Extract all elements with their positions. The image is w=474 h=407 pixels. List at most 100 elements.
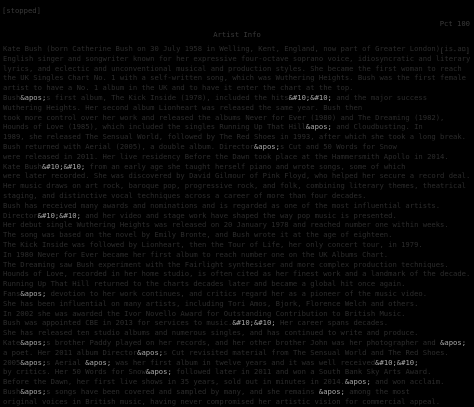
text-line: Bush was appointed CBE in 2013 for servi… (3, 318, 471, 328)
text-fragment: were released in 2011. Her live residenc… (3, 151, 449, 161)
text-line: artist to have a No. 1 album in the UK a… (3, 83, 471, 93)
text-fragment: among the most (344, 386, 410, 396)
text-fragment: In 1980 Never for Ever became her first … (3, 249, 389, 259)
text-fragment: 1989, she released The Sensual World, fo… (3, 132, 467, 142)
text-line: lyrics, and eclectic and unconventional … (3, 64, 471, 74)
html-entity-fragment: &apos; (20, 288, 47, 298)
text-fragment: English singer and songwriter known for … (3, 53, 471, 63)
status-stopped-label: [stopped] (2, 6, 41, 15)
html-entity-fragment: &#10;&#10; (288, 92, 332, 102)
text-line: Bush&apos;s songs have been covered and … (3, 387, 471, 397)
text-fragment: and the major success (331, 92, 428, 102)
text-line: In 2002 she was awarded the Ivor Novello… (3, 309, 471, 319)
text-line: were released in 2011. Her live residenc… (3, 152, 471, 162)
text-fragment: and won acclaim. (370, 377, 445, 387)
html-entity-fragment: &apos; (20, 386, 47, 396)
page-title: Artist Info (213, 30, 261, 39)
html-entity-fragment: &apos; (344, 377, 371, 387)
text-fragment: by critics. Her 50 Words for Snow (3, 367, 146, 377)
text-fragment: She has released ten studio albums and n… (3, 328, 419, 338)
text-fragment: s Cut and 50 Words for Snow (279, 141, 397, 151)
text-line: She has been influential on many artists… (3, 299, 471, 309)
text-line: Before the Dawn, her first live shows in… (3, 377, 471, 387)
text-line: Wuthering Heights. Her second album Lion… (3, 103, 471, 113)
text-fragment: Kate (3, 337, 21, 347)
artist-info-text[interactable]: Kate Bush (born Catherine Bush on 30 Jul… (3, 44, 471, 407)
text-line: English singer and songwriter known for … (3, 54, 471, 64)
text-fragment: were later recorded. She was discovered … (3, 171, 471, 181)
text-fragment: Bush (3, 92, 21, 102)
text-fragment: was her first album in twelve years and … (111, 357, 376, 367)
text-fragment: Before the Dawn, her first live shows in… (3, 377, 345, 387)
scroll-percent-label: Pct 100 (439, 19, 470, 28)
html-entity-fragment: &#10;&#10; (37, 210, 81, 220)
text-fragment: the UK Singles Chart No. 1 with a self-w… (3, 73, 467, 83)
text-fragment: Bush has received many awards and nomina… (3, 200, 441, 210)
text-fragment: Hounds of Love, recorded in her home stu… (3, 269, 471, 279)
text-line: Running Up That Hill returned to the cha… (3, 279, 471, 289)
text-line: Kate Bush (born Catherine Bush on 30 Jul… (3, 44, 471, 54)
html-entity-fragment: &apos; (253, 141, 280, 151)
text-fragment: Her music draws on art rock, baroque pop… (3, 181, 467, 191)
text-line: The song was based on the novel by Emily… (3, 230, 471, 240)
text-line: The Dreaming saw Bush experiment with th… (3, 260, 471, 270)
text-fragment: from an early age she taught herself pia… (85, 161, 406, 171)
text-line: Her music draws on art rock, baroque pop… (3, 181, 471, 191)
text-line: Bush&apos;s first album, The Kick Inside… (3, 93, 471, 103)
text-fragment: s songs have been covered and sampled by… (46, 386, 319, 396)
text-fragment: original voices in British music, having… (3, 396, 441, 406)
text-fragment: and Cloudbusting. In (331, 122, 423, 132)
html-entity-fragment: &apos; (440, 337, 467, 347)
html-entity-fragment: &apos; (20, 357, 47, 367)
text-line: staging, and distinctive vocal technique… (3, 191, 471, 201)
text-line: Kate Bush&#10;&#10; from an early age sh… (3, 162, 471, 172)
text-fragment: Bush (3, 386, 21, 396)
terminal-window: [stopped] Pct 100 [-----] Artist Info Ka… (0, 0, 474, 407)
text-line: 1989, she released The Sensual World, fo… (3, 132, 471, 142)
text-fragment: Wuthering Heights. Her second album Lion… (3, 102, 363, 112)
text-line: Hounds of Love, recorded in her home stu… (3, 269, 471, 279)
text-fragment: She has been influential on many artists… (3, 298, 419, 308)
text-fragment: The Dreaming saw Bush experiment with th… (3, 259, 449, 269)
html-entity-fragment: &apos; (85, 357, 112, 367)
text-fragment: Running Up That Hill returned to the cha… (3, 279, 406, 289)
text-fragment: staging, and distinctive vocal technique… (3, 190, 367, 200)
html-entity-fragment: &#10;&#10; (375, 357, 419, 367)
text-fragment: The song was based on the novel by Emily… (3, 230, 393, 240)
text-fragment: Director (3, 210, 38, 220)
html-entity-fragment: &apos; (318, 386, 345, 396)
text-fragment: s brother Paddy played on her records, a… (46, 337, 441, 347)
text-line: original voices in British music, having… (3, 397, 471, 407)
text-line: 2005&apos;s Aerial &apos; was her first … (3, 358, 471, 368)
text-fragment: took more control over her work and rele… (3, 112, 445, 122)
text-fragment: Bush was appointed CBE in 2013 for servi… (3, 318, 233, 328)
text-line: Bush has received many awards and nomina… (3, 201, 471, 211)
text-line: Hounds of Love (1985), which included th… (3, 122, 471, 132)
text-fragment: Her career spans decades. (275, 318, 389, 328)
text-fragment: Her debut single Wuthering Heights was r… (3, 220, 449, 230)
text-line: In 1980 Never for Ever became her first … (3, 250, 471, 260)
text-line: were later recorded. She was discovered … (3, 171, 471, 181)
text-fragment: Kate Bush (born Catherine Bush on 30 Jul… (3, 44, 467, 53)
text-line: by critics. Her 50 Words for Snow&apos; … (3, 367, 471, 377)
html-entity-fragment: &#10;&#10; (41, 161, 86, 171)
text-fragment: Fans (3, 288, 21, 298)
text-fragment: a poet. Her 2011 album Director (3, 347, 138, 357)
text-fragment: The Kick Inside was followed by Lionhear… (3, 239, 423, 249)
text-fragment: Bush returned with Aerial (2005), a doub… (3, 141, 254, 151)
text-fragment: devotion to her work continues, and crit… (46, 288, 428, 298)
text-fragment: s Cut revisited material from The Sensua… (163, 347, 449, 357)
text-fragment: Hounds of Love (1985), which included th… (3, 122, 306, 132)
text-line: The Kick Inside was followed by Lionhear… (3, 240, 471, 250)
text-fragment: s first album, The Kick Inside (1978), i… (46, 92, 289, 102)
text-line: the UK Singles Chart No. 1 with a self-w… (3, 73, 471, 83)
text-fragment: artist to have a No. 1 album in the UK a… (3, 83, 354, 93)
html-entity-fragment: &apos; (137, 347, 164, 357)
text-fragment: Kate Bush (3, 161, 42, 171)
text-line: She has released ten studio albums and n… (3, 328, 471, 338)
text-fragment: In 2002 she was awarded the Ivor Novello… (3, 308, 406, 318)
html-entity-fragment: &apos; (20, 337, 47, 347)
html-entity-fragment: &apos; (305, 122, 332, 132)
text-fragment: followed later in 2011 and won a South B… (171, 367, 432, 377)
text-fragment: lyrics, and eclectic and unconventional … (3, 63, 462, 73)
